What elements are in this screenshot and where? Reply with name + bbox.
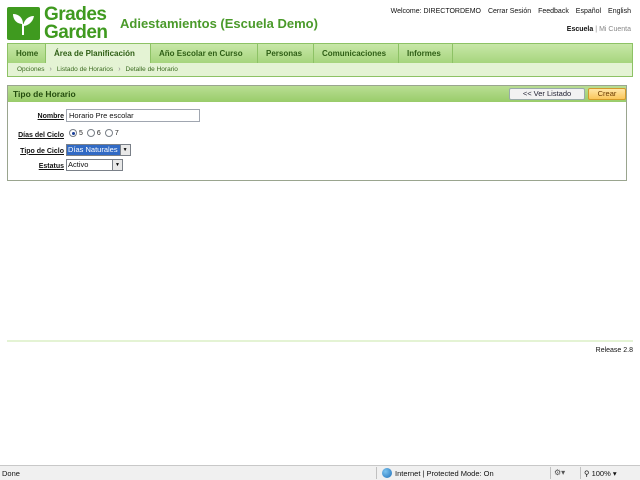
sprout-icon bbox=[7, 7, 40, 40]
tipo-ciclo-value: Días Naturales bbox=[67, 145, 120, 155]
estatus-select[interactable]: Activo ▼ bbox=[66, 159, 123, 171]
welcome-text: Welcome: DIRECTORDEMO bbox=[390, 8, 481, 15]
grades-garden-logo[interactable]: Grades Garden bbox=[7, 5, 109, 43]
feedback-link[interactable]: Feedback bbox=[538, 8, 569, 15]
row-estatus: Estatus Activo ▼ bbox=[8, 159, 208, 173]
row-tipo-ciclo: Tipo de Ciclo Días Naturales ▼ bbox=[8, 144, 208, 158]
breadcrumb-listado-horarios[interactable]: Listado de Horarios bbox=[57, 66, 113, 73]
english-link[interactable]: English bbox=[608, 8, 631, 15]
breadcrumb: Opciones › Listado de Horarios › Detalle… bbox=[7, 63, 633, 77]
dias-radio-7[interactable] bbox=[104, 129, 113, 137]
top-links: Welcome: DIRECTORDEMO Cerrar Sesión Feed… bbox=[391, 8, 631, 15]
mode-mi-cuenta-link[interactable]: Mi Cuenta bbox=[599, 26, 631, 33]
chevron-right-icon: › bbox=[49, 66, 52, 73]
nav-comunicaciones[interactable]: Comunicaciones bbox=[314, 44, 399, 63]
dropdown-arrow-icon[interactable]: ▼ bbox=[119, 145, 130, 155]
release-version: Release 2.8 bbox=[595, 347, 633, 354]
footer-divider bbox=[7, 340, 633, 342]
security-zone[interactable]: Internet | Protected Mode: On bbox=[382, 468, 494, 478]
main-nav: Home Área de Planificación Año Escolar e… bbox=[7, 43, 633, 63]
mode-switch: Escuela | Mi Cuenta bbox=[567, 26, 631, 33]
nombre-label: Nombre bbox=[37, 112, 64, 120]
protected-mode-icon[interactable]: ⚙▾ bbox=[554, 468, 565, 477]
status-divider bbox=[376, 467, 377, 479]
logo-text-line2: Garden bbox=[44, 22, 108, 43]
breadcrumb-opciones[interactable]: Opciones bbox=[17, 66, 44, 73]
dias-ciclo-radio-group: 5 6 7 bbox=[69, 129, 123, 137]
status-divider bbox=[580, 467, 581, 479]
magnifier-icon: ⚲ bbox=[584, 469, 590, 478]
nombre-input[interactable]: Horario Pre escolar bbox=[66, 109, 200, 122]
tipo-ciclo-select[interactable]: Días Naturales ▼ bbox=[66, 144, 131, 156]
spanish-link[interactable]: Español bbox=[576, 8, 601, 15]
tipo-ciclo-label: Tipo de Ciclo bbox=[20, 147, 64, 155]
row-dias-ciclo: Días del Ciclo 5 6 7 bbox=[8, 128, 208, 142]
nav-personas[interactable]: Personas bbox=[258, 44, 314, 63]
dropdown-arrow-icon[interactable]: ▼ bbox=[112, 160, 122, 170]
dias-option-5: 5 bbox=[79, 129, 83, 137]
security-zone-text: Internet | Protected Mode: On bbox=[395, 468, 494, 478]
app-header: Grades Garden Adiestamientos (Escuela De… bbox=[0, 0, 640, 44]
zoom-value: 100% bbox=[591, 469, 611, 478]
nav-home[interactable]: Home bbox=[8, 44, 46, 63]
zoom-level[interactable]: ⚲ 100% ▾ bbox=[584, 469, 617, 478]
breadcrumb-detalle-horario: Detalle de Horario bbox=[125, 66, 178, 73]
chevron-right-icon: › bbox=[118, 66, 121, 73]
estatus-label: Estatus bbox=[38, 162, 64, 170]
mode-escuela[interactable]: Escuela bbox=[567, 26, 593, 33]
browser-status-bar: Done Internet | Protected Mode: On ⚙▾ ⚲ … bbox=[0, 465, 640, 480]
create-button[interactable]: Crear bbox=[588, 88, 626, 100]
status-divider bbox=[550, 467, 551, 479]
dias-ciclo-label: Días del Ciclo bbox=[18, 131, 64, 139]
mode-separator: | bbox=[595, 26, 598, 33]
nav-area-planificacion[interactable]: Área de Planificación bbox=[46, 44, 151, 63]
view-list-button[interactable]: << Ver Listado bbox=[509, 88, 585, 100]
status-done-text: Done bbox=[2, 469, 20, 478]
schedule-panel: Tipo de Horario << Ver Listado Crear Nom… bbox=[7, 85, 627, 181]
dias-radio-6[interactable] bbox=[86, 129, 95, 137]
logout-link[interactable]: Cerrar Sesión bbox=[488, 8, 531, 15]
nav-ano-escolar[interactable]: Año Escolar en Curso bbox=[151, 44, 258, 63]
row-nombre: Nombre Horario Pre escolar bbox=[8, 109, 208, 123]
dias-option-7: 7 bbox=[114, 129, 119, 137]
nav-informes[interactable]: Informes bbox=[399, 44, 453, 63]
app-title: Adiestamientos (Escuela Demo) bbox=[120, 16, 318, 31]
dias-radio-5[interactable] bbox=[69, 129, 77, 137]
estatus-value: Activo bbox=[68, 160, 89, 169]
panel-title: Tipo de Horario bbox=[13, 89, 76, 99]
panel-header: Tipo de Horario << Ver Listado Crear bbox=[8, 86, 626, 102]
globe-icon bbox=[382, 468, 392, 478]
dias-option-6: 6 bbox=[96, 129, 101, 137]
